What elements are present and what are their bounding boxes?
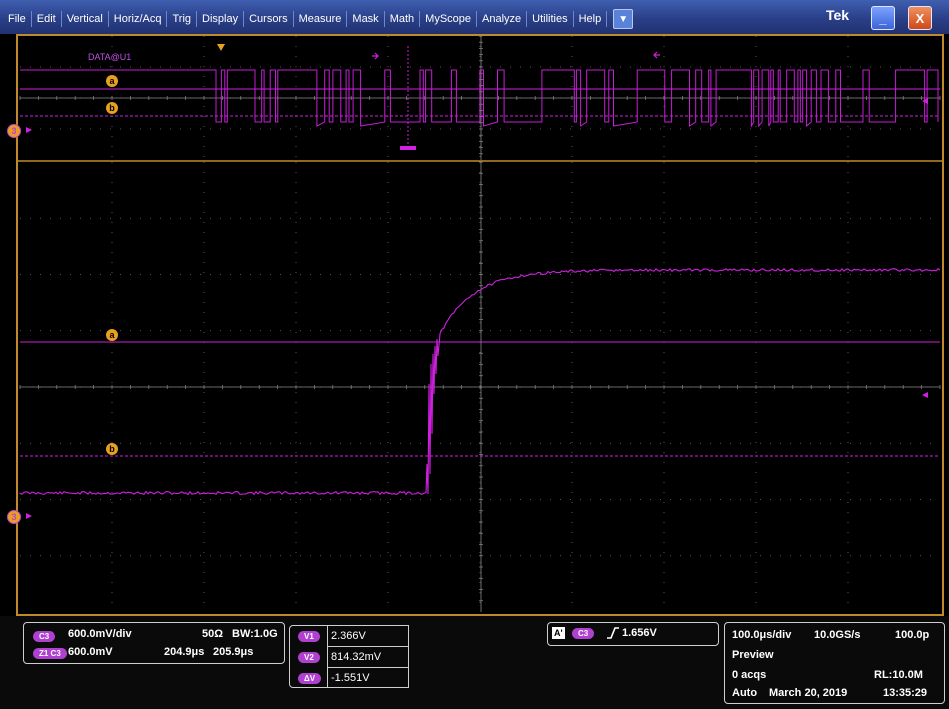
volts-per-div: 600.0mV/div — [68, 628, 132, 640]
trigger-readout[interactable]: A' C3 1.656V — [547, 622, 719, 646]
cursor-a-marker-top[interactable]: a — [106, 75, 118, 87]
rising-edge-icon — [606, 626, 620, 645]
menu-vertical[interactable]: Vertical — [62, 11, 109, 27]
menu-mask[interactable]: Mask — [347, 11, 385, 27]
cursor-a-marker[interactable]: a — [106, 329, 118, 341]
time: 13:35:29 — [883, 687, 928, 699]
chevron-down-icon: ▼ — [618, 13, 629, 25]
brand-logo: Tek — [826, 7, 850, 23]
menu-horiz-acq[interactable]: Horiz/Acq — [109, 11, 168, 27]
trigger-a-badge: A' — [552, 627, 565, 639]
v2-badge: V2 — [298, 652, 320, 663]
ch3-marker-label: 3 — [11, 512, 17, 522]
acquisition-readout[interactable]: 100.0μs/div 10.0GS/s 100.0p Preview 0 ac… — [724, 622, 945, 704]
cursor-b-marker[interactable]: b — [106, 443, 118, 455]
menu-measure[interactable]: Measure — [294, 11, 348, 27]
zoom-end-time: 205.9μs — [213, 646, 254, 658]
channel-badge: C3 — [33, 631, 56, 642]
menu-analyze[interactable]: Analyze — [477, 11, 528, 27]
trigger-position-marker — [217, 44, 225, 51]
menu-bar: File Edit Vertical Horiz/Acq Trig Displa… — [0, 0, 949, 34]
record-length: RL:10.0M — [874, 669, 923, 681]
run-mode: Auto — [732, 687, 758, 699]
zoom-marker-right — [653, 51, 660, 59]
menu-utilities[interactable]: Utilities — [527, 11, 574, 27]
close-button[interactable]: X — [908, 6, 932, 30]
channel-readout[interactable]: C3 600.0mV/div 50Ω BW:1.0G Z1 C3 600.0mV… — [23, 622, 285, 664]
cursor-a-label-2: a — [109, 330, 115, 340]
cursor-b-marker-top[interactable]: b — [106, 102, 118, 114]
acq-count: 0 acqs — [732, 669, 767, 681]
bus-label: DATA@U1 — [88, 52, 132, 62]
delta-v-badge: ΔV — [298, 673, 322, 684]
delta-v-value: -1.551V — [331, 672, 370, 684]
ch3-marker[interactable]: 3 — [7, 510, 21, 524]
menu-display[interactable]: Display — [197, 11, 245, 27]
zoom-marker-left — [372, 52, 379, 60]
menu-cursors[interactable]: Cursors — [244, 11, 294, 27]
sample-rate: 10.0GS/s — [814, 629, 861, 641]
offset-value: 600.0mV — [68, 646, 113, 658]
bandwidth-prefix: B — [232, 628, 240, 640]
impedance: 50Ω — [202, 628, 224, 640]
bandwidth: BW:1.0G — [232, 628, 278, 640]
menu-trig[interactable]: Trig — [167, 11, 198, 27]
ch3-arrow-top — [26, 127, 32, 133]
bandwidth-value: W:1.0G — [239, 628, 278, 640]
trigger-level: 1.656V — [622, 627, 657, 639]
date: March 20, 2019 — [769, 687, 848, 699]
menu-myscope[interactable]: MyScope — [420, 11, 478, 27]
waveform-traces — [19, 44, 941, 519]
ch3-marker-top-label: 3 — [11, 126, 17, 136]
waveform-area[interactable] — [16, 34, 944, 616]
minimize-icon: _ — [879, 10, 887, 26]
time-per-div: 100.0μs/div — [732, 629, 792, 641]
offscreen-arrow — [922, 392, 928, 398]
menu-math[interactable]: Math — [385, 11, 421, 27]
cursor-a-label: a — [109, 76, 115, 86]
cursor-b-label-2: b — [109, 444, 115, 454]
menu-file[interactable]: File — [6, 11, 32, 27]
minimize-button[interactable]: _ — [871, 6, 895, 30]
ch3-marker-top[interactable]: 3 — [7, 124, 21, 138]
status-panel: C3 600.0mV/div 50Ω BW:1.0G Z1 C3 600.0mV… — [0, 616, 949, 709]
zoom-ref-badge: Z1 C3 — [33, 648, 67, 659]
zoom-start-time: 204.9μs — [164, 646, 205, 658]
resolution: 100.0p — [895, 629, 930, 641]
v2-value: 814.32mV — [331, 651, 382, 663]
menu: File Edit Vertical Horiz/Acq Trig Displa… — [6, 9, 634, 29]
v1-badge: V1 — [298, 631, 320, 642]
close-icon: X — [915, 10, 925, 26]
v1-value: 2.366V — [331, 630, 366, 642]
ch3-arrow — [26, 513, 32, 519]
cursor-b-label: b — [109, 103, 115, 113]
menu-edit[interactable]: Edit — [32, 11, 62, 27]
menu-dropdown-button[interactable]: ▼ — [613, 9, 634, 29]
zoom-center-marker — [400, 146, 416, 150]
acq-mode: Preview — [732, 649, 774, 661]
cursor-readout[interactable]: V1 2.366V V2 814.32mV ΔV -1.551V — [289, 625, 409, 688]
trigger-source-badge: C3 — [572, 628, 595, 639]
menu-help[interactable]: Help — [574, 11, 608, 27]
